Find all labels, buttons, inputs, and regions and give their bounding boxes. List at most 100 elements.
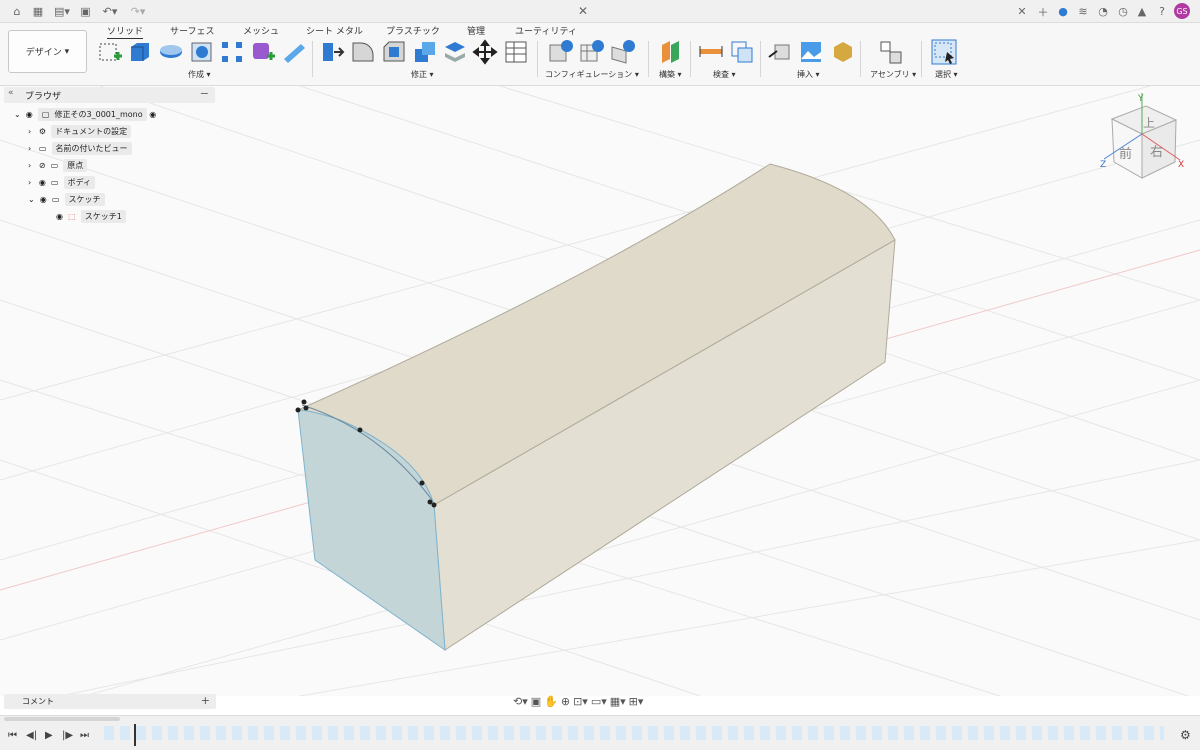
sync-icon[interactable]: ◔: [1096, 4, 1110, 19]
insert-canvas-icon[interactable]: [798, 39, 824, 65]
jobs-icon[interactable]: ≋: [1075, 4, 1091, 19]
viewcube[interactable]: [1103, 93, 1181, 179]
chevron-right-icon[interactable]: ›: [28, 144, 31, 153]
add-icon[interactable]: ＋: [1036, 4, 1050, 19]
home-icon[interactable]: ⌂: [9, 4, 25, 19]
select-menu[interactable]: 選択 ▾: [935, 69, 958, 80]
form-icon[interactable]: [250, 39, 276, 65]
insert-menu[interactable]: 挿入 ▾: [797, 69, 820, 80]
browser-item-sketch1[interactable]: ◉ ⬚ スケッチ1: [56, 209, 126, 223]
inspect-menu[interactable]: 検査 ▾: [713, 69, 736, 80]
press-pull-icon[interactable]: [320, 39, 346, 65]
chevron-down-icon[interactable]: ⌄: [14, 110, 21, 119]
chamfer-icon[interactable]: [381, 39, 407, 65]
fillet-icon[interactable]: [350, 39, 376, 65]
viewcube-top[interactable]: 上: [1143, 116, 1155, 130]
new-component-icon[interactable]: [878, 39, 904, 65]
modify-menu[interactable]: 修正 ▾: [411, 69, 434, 80]
pan-icon[interactable]: ✋: [544, 695, 558, 708]
timeline-scrollbar[interactable]: [4, 717, 120, 721]
browser-item-origin[interactable]: › ⊘ ▭ 原点: [28, 158, 88, 172]
section-icon[interactable]: [729, 39, 755, 65]
shell-icon[interactable]: [412, 39, 438, 65]
extrude-icon[interactable]: [127, 39, 153, 65]
orbit-icon[interactable]: ⟲▾: [513, 695, 528, 708]
activate-radio-icon[interactable]: ◉: [149, 110, 156, 119]
step-back-icon[interactable]: ◀|: [26, 730, 37, 741]
browser-item-settings[interactable]: › ⚙ ドキュメントの設定: [28, 124, 132, 138]
step-forward-icon[interactable]: |▶: [62, 730, 73, 741]
settings-icon[interactable]: ⚙: [1180, 728, 1191, 742]
go-to-start-icon[interactable]: ⏮: [8, 730, 17, 741]
select-icon[interactable]: [931, 39, 957, 65]
construct-menu[interactable]: 構築 ▾: [659, 69, 682, 80]
pattern-icon[interactable]: [219, 39, 245, 65]
notification-icon[interactable]: ▲: [1135, 4, 1149, 19]
go-to-end-icon[interactable]: ⏭: [80, 730, 89, 741]
tab-manage[interactable]: 管理: [467, 24, 485, 37]
clock-icon[interactable]: ◷: [1116, 4, 1130, 19]
browser-item-bodies[interactable]: › ◉ ▭ ボディ: [28, 175, 96, 189]
file-icon[interactable]: ▤▾: [52, 4, 72, 19]
look-at-icon[interactable]: ▣: [531, 695, 541, 708]
viewcube-front[interactable]: 前: [1119, 146, 1132, 162]
revolve-icon[interactable]: [158, 39, 184, 65]
insert-mesh-icon[interactable]: [830, 39, 856, 65]
zoom-icon[interactable]: ⊕: [561, 695, 570, 708]
help-icon[interactable]: ?: [1155, 4, 1169, 19]
browser-document-row[interactable]: ⌄ ◉ ▢ 修正その3_0001_mono ◉: [14, 107, 156, 121]
construct-plane-icon[interactable]: [658, 39, 684, 65]
browser-item-sketches[interactable]: ⌄ ◉ ▭ スケッチ: [28, 192, 105, 206]
create-sketch-icon[interactable]: [97, 39, 123, 65]
undo-icon[interactable]: ↶▾: [99, 4, 121, 19]
close-icon[interactable]: ✕: [578, 4, 588, 18]
collapse-icon[interactable]: «: [8, 88, 14, 98]
redo-icon[interactable]: ↷▾: [127, 4, 149, 19]
add-comment-icon[interactable]: +: [201, 694, 210, 707]
create-menu[interactable]: 作成 ▾: [188, 69, 211, 80]
tab-mesh[interactable]: メッシュ: [243, 24, 279, 37]
tab-plastic[interactable]: プラスチック: [386, 24, 440, 37]
chevron-right-icon[interactable]: ›: [28, 127, 31, 136]
eye-icon[interactable]: ◉: [40, 195, 47, 204]
assemble-menu[interactable]: アセンブリ ▾: [870, 69, 916, 80]
parameters-icon[interactable]: [503, 39, 529, 65]
tab-utilities[interactable]: ユーティリティ: [515, 24, 577, 37]
hole-icon[interactable]: [189, 39, 215, 65]
configure-icon[interactable]: [548, 39, 574, 65]
viewcube-right[interactable]: 右: [1150, 145, 1163, 160]
insert-derive-icon[interactable]: [767, 39, 793, 65]
tab-surface[interactable]: サーフェス: [170, 24, 214, 37]
config-rule-icon[interactable]: [610, 39, 636, 65]
eye-hidden-icon[interactable]: ⊘: [39, 161, 46, 170]
display-settings-icon[interactable]: ▭▾: [591, 695, 607, 708]
config-table-icon[interactable]: [579, 39, 605, 65]
fit-icon[interactable]: ⊡▾: [573, 695, 588, 708]
extension-icon[interactable]: ●: [1056, 4, 1070, 19]
chevron-down-icon[interactable]: ⌄: [28, 195, 35, 204]
move-icon[interactable]: [472, 39, 498, 65]
tab-sheet-metal[interactable]: シート メタル: [306, 24, 363, 37]
chevron-right-icon[interactable]: ›: [28, 161, 31, 170]
cylinder-icon[interactable]: [281, 39, 307, 65]
combine-icon[interactable]: [442, 39, 468, 65]
close-tab-icon[interactable]: ✕: [1015, 4, 1029, 19]
comments-panel[interactable]: コメント +: [4, 694, 216, 709]
measure-icon[interactable]: [698, 39, 724, 65]
user-avatar[interactable]: GS: [1174, 3, 1190, 19]
workspace-switcher[interactable]: デザイン ▾: [8, 30, 87, 73]
grid-icon[interactable]: ▦: [31, 4, 45, 19]
timeline-features[interactable]: [104, 726, 1164, 740]
save-icon[interactable]: ▣: [79, 4, 92, 19]
grid-settings-icon[interactable]: ▦▾: [610, 695, 626, 708]
chevron-right-icon[interactable]: ›: [28, 178, 31, 187]
config-menu[interactable]: コンフィギュレーション ▾: [545, 69, 639, 80]
eye-icon[interactable]: ◉: [26, 110, 33, 119]
tab-solid[interactable]: ソリッド: [107, 24, 144, 40]
browser-item-named-views[interactable]: › ▭ 名前の付いたビュー: [28, 141, 132, 155]
eye-icon[interactable]: ◉: [56, 212, 63, 221]
play-icon[interactable]: ▶: [45, 730, 53, 741]
viewports-icon[interactable]: ⊞▾: [629, 695, 644, 708]
browser-header[interactable]: « ブラウザ −: [4, 87, 215, 103]
minimize-icon[interactable]: −: [200, 87, 209, 100]
